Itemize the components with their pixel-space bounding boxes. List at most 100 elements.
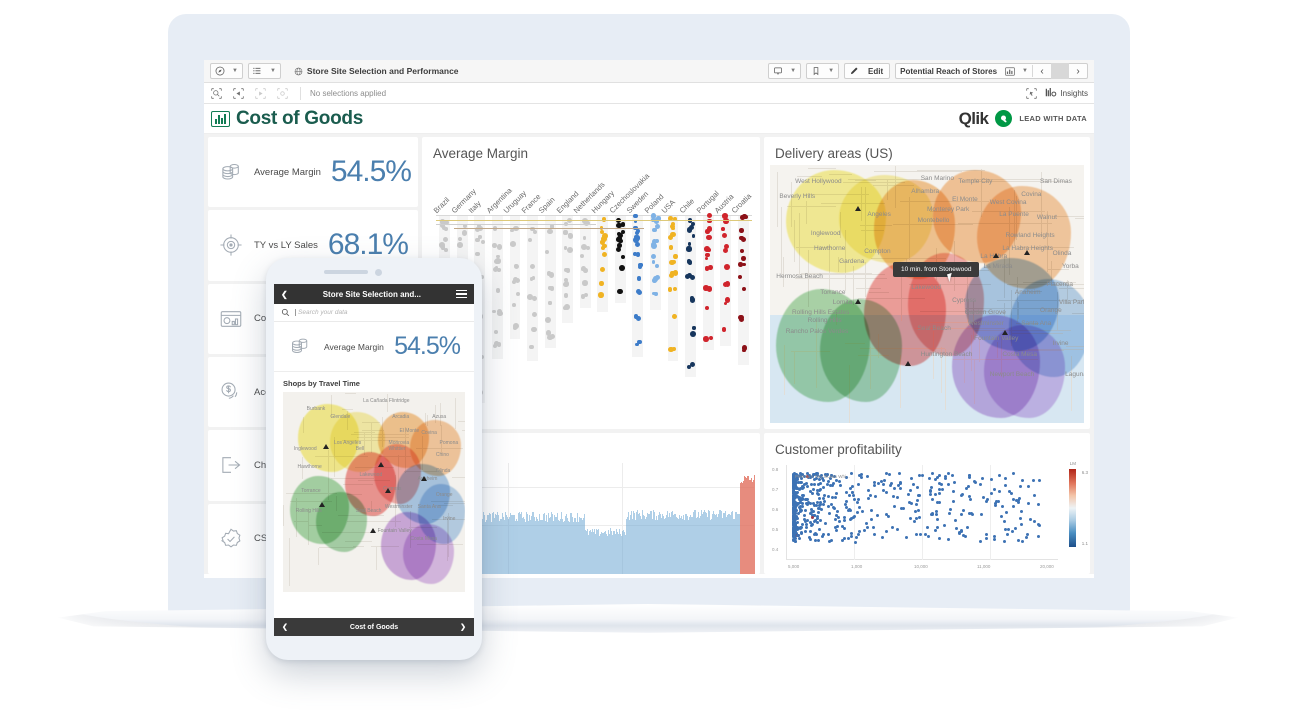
sheet-list-icon[interactable]	[249, 64, 266, 78]
map-place-label: Westminster	[967, 319, 1004, 327]
search-icon[interactable]	[281, 304, 290, 322]
delivery-map[interactable]: West Hollywood San Marino Temple City San D…	[770, 165, 1084, 423]
present-caret-icon[interactable]: ▼	[786, 68, 800, 74]
scatter-point	[997, 490, 1001, 494]
scatter-point	[869, 509, 873, 513]
distribution-point	[722, 213, 728, 219]
scatter-point	[809, 483, 813, 487]
insights-bars-icon[interactable]	[1045, 87, 1057, 100]
bookmark-group[interactable]: ▼	[806, 63, 840, 79]
profitability-chart[interactable]: Premium Tiny Ocean Whi... 0.8 0.7 0.6 0.5 0.…	[772, 465, 1058, 569]
step-back-icon[interactable]	[232, 87, 245, 99]
scatter-point	[924, 532, 928, 536]
pencil-icon[interactable]	[845, 64, 862, 78]
map-store-marker[interactable]	[992, 252, 999, 258]
sheet-name-label[interactable]: Potential Reach of Stores	[896, 67, 1001, 76]
kpi-label: TY vs LY Sales	[254, 239, 318, 251]
chevron-right-icon[interactable]: ❯	[460, 623, 466, 631]
scatter-y-tick: 0.8	[772, 467, 779, 472]
sheet-selector[interactable]: Potential Reach of Stores ▼ ‹ ›	[895, 63, 1088, 79]
distribution-point	[633, 314, 638, 319]
hamburger-icon[interactable]	[456, 289, 467, 299]
map-store-marker[interactable]	[323, 444, 330, 449]
map-place-label: Garden Grove	[964, 309, 1006, 317]
selection-search-icon[interactable]	[210, 87, 223, 99]
map-place-label: Anaheim	[1014, 288, 1041, 296]
sheet-thumbnail-icon[interactable]	[1001, 64, 1018, 78]
map-place-label: Rancho Palos Verdes	[785, 327, 849, 335]
map-store-marker[interactable]	[370, 528, 377, 533]
distribution-point	[686, 259, 692, 264]
chevron-right-icon[interactable]: ›	[1069, 63, 1087, 79]
selection-status-text: No selections applied	[310, 88, 387, 98]
edit-button[interactable]: Edit	[844, 63, 891, 79]
phone-map[interactable]: Burbank La Cañada Flintridge Glendale Arcad…	[283, 392, 465, 592]
edit-label[interactable]: Edit	[862, 67, 889, 76]
phone-screen: ❮ Store Site Selection and... Search you…	[274, 284, 474, 635]
distribution-points[interactable]	[436, 213, 752, 403]
scatter-point	[815, 516, 819, 520]
map-place-label: Temple City	[958, 177, 993, 185]
scatter-point	[1003, 539, 1006, 543]
scatter-point	[926, 534, 930, 538]
chevron-left-icon[interactable]: ❮	[281, 290, 288, 299]
compass-icon[interactable]	[211, 64, 228, 78]
navigation-caret-icon[interactable]: ▼	[228, 68, 242, 74]
insights-label[interactable]: Insights	[1060, 89, 1088, 98]
distribution-point	[723, 248, 728, 253]
scatter-point	[854, 535, 858, 539]
scatter-point	[937, 536, 941, 540]
map-road	[808, 167, 836, 169]
map-store-marker[interactable]	[1024, 250, 1031, 256]
scatter-point	[934, 510, 938, 514]
sheet-list-caret-icon[interactable]: ▼	[266, 68, 280, 74]
clear-selections-icon[interactable]	[276, 87, 289, 99]
scatter-point	[959, 529, 963, 533]
map-catchment-area	[315, 492, 367, 552]
map-store-marker[interactable]	[854, 206, 861, 212]
map-store-marker[interactable]	[905, 361, 912, 367]
map-store-marker[interactable]	[421, 476, 428, 481]
sheet-caret-icon[interactable]: ▼	[1018, 68, 1032, 74]
map-store-marker[interactable]	[854, 299, 861, 305]
selections-right-group: Insights	[1025, 87, 1088, 100]
dollar-coins-icon	[218, 379, 244, 405]
map-store-marker[interactable]	[384, 488, 391, 493]
distribution-point	[686, 246, 692, 252]
bookmark-caret-icon[interactable]: ▼	[824, 68, 838, 74]
present-icon[interactable]	[769, 64, 786, 78]
map-place-label: Irvine	[443, 516, 456, 522]
map-store-marker[interactable]	[1002, 330, 1009, 336]
map-place-label: La Puente	[999, 211, 1029, 219]
phone-search-bar[interactable]: Search your data	[274, 304, 474, 322]
kpi-card-average-margin[interactable]: Average Margin 54.5%	[208, 137, 418, 208]
present-group[interactable]: ▼	[768, 63, 802, 79]
panel-customer-profitability[interactable]: Customer profitability Premium Tiny Ocea…	[764, 433, 1090, 574]
smart-search-icon[interactable]	[1025, 87, 1038, 99]
scatter-x-tick: 11,000	[977, 564, 991, 569]
chevron-left-icon[interactable]: ‹	[1033, 63, 1051, 79]
step-forward-icon[interactable]	[254, 87, 267, 99]
scatter-point	[966, 484, 970, 488]
navigation-menu-group[interactable]: ▼	[210, 63, 243, 79]
distribution-point	[742, 214, 747, 219]
target-icon	[218, 232, 244, 258]
scatter-point	[818, 501, 822, 505]
distribution-plot[interactable]: Brazil Germany Italy Argentina Uruguay France…	[432, 163, 754, 403]
map-place-label: Santa Ana	[1021, 319, 1052, 327]
qlik-tagline: LEAD WITH DATA	[1019, 114, 1087, 123]
scatter-point	[978, 482, 982, 486]
map-store-marker[interactable]	[319, 502, 326, 507]
sheet-list-group[interactable]: ▼	[247, 63, 281, 79]
distribution-point	[633, 213, 638, 218]
qlik-wordmark: Qlik	[958, 108, 989, 128]
top-row: Average Margin Brazil Germany Italy Argenti…	[422, 137, 1090, 429]
map-store-marker[interactable]	[377, 462, 384, 467]
phone-search-placeholder[interactable]: Search your data	[295, 309, 348, 316]
bookmark-icon[interactable]	[807, 64, 824, 78]
phone-kpi-card[interactable]: Average Margin 54.5%	[274, 322, 474, 372]
distribution-point	[496, 342, 501, 347]
insights-button[interactable]: Insights	[1045, 87, 1088, 100]
scatter-point	[946, 483, 950, 487]
panel-delivery-areas[interactable]: Delivery areas (US) West Hollywood San Ma…	[764, 137, 1090, 429]
